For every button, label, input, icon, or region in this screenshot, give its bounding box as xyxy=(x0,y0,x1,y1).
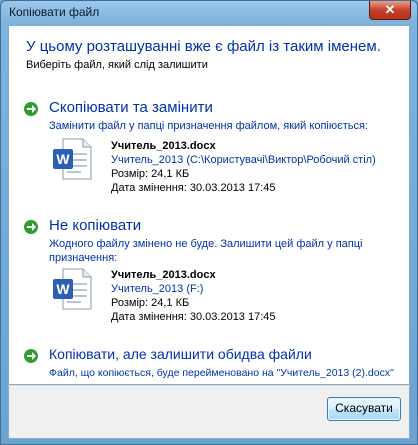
file-size: Розмір: 24,1 КБ xyxy=(111,168,190,180)
dialog-content: У цьому розташуванні вже є файл із таким… xyxy=(8,25,410,385)
option-description: Файл, що копіюється, буде перейменовано … xyxy=(49,367,394,379)
copy-file-dialog: Копіювати файл ✕ У цьому розташуванні вж… xyxy=(0,0,418,445)
green-arrow-icon xyxy=(24,102,38,116)
window-title: Копіювати файл xyxy=(9,5,100,19)
file-path: Учитель_2013 (F:) xyxy=(111,283,204,295)
file-size: Розмір: 24,1 КБ xyxy=(111,297,190,309)
close-button[interactable]: ✕ xyxy=(369,1,411,20)
file-modified: Дата змінення: 30.03.2013 17:45 xyxy=(111,182,276,194)
option-title: Скопіювати та замінити xyxy=(49,99,213,116)
option-description: Замінити файл у папці призначення файлом… xyxy=(49,120,368,132)
option-dont-copy[interactable]: Не копіювати Жодного файлу змінено не бу… xyxy=(23,217,407,327)
green-arrow-icon xyxy=(24,220,38,234)
dialog-footer: Скасувати xyxy=(8,385,410,439)
word-document-icon: W xyxy=(53,138,92,180)
close-icon: ✕ xyxy=(384,2,396,17)
cancel-button[interactable]: Скасувати xyxy=(327,397,401,421)
file-path: Учитель_2013 (C:\Користувачі\Виктор\Робо… xyxy=(111,154,376,166)
dialog-heading: У цьому розташуванні вже є файл із таким… xyxy=(26,38,381,55)
file-modified: Дата змінення: 30.03.2013 17:45 xyxy=(111,311,276,323)
dialog-subheading: Виберіть файл, який слід залишити xyxy=(26,59,208,71)
file-name: Учитель_2013.docx xyxy=(111,269,216,281)
option-description: Жодного файлу змінено не буде. Залишити … xyxy=(49,238,363,264)
green-arrow-icon xyxy=(24,349,38,363)
option-title: Не копіювати xyxy=(49,217,142,234)
option-title: Копіювати, але залишити обидва файли xyxy=(49,346,312,362)
option-keep-both[interactable]: Копіювати, але залишити обидва файли Фай… xyxy=(23,346,407,382)
option-copy-and-replace[interactable]: Скопіювати та замінити Замінити файл у п… xyxy=(23,99,407,199)
svg-text:W: W xyxy=(56,151,70,167)
title-bar[interactable]: Копіювати файл ✕ xyxy=(1,1,417,25)
word-document-icon: W xyxy=(53,268,92,310)
svg-text:W: W xyxy=(56,281,70,297)
file-name: Учитель_2013.docx xyxy=(111,140,216,152)
file-info: Учитель_2013.docx Учитель_2013 (C:\Корис… xyxy=(111,139,376,195)
file-info: Учитель_2013.docx Учитель_2013 (F:) Розм… xyxy=(111,268,276,324)
